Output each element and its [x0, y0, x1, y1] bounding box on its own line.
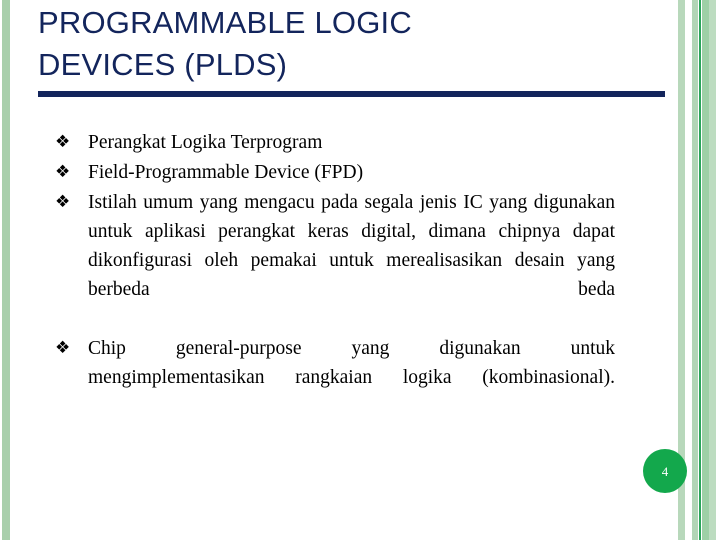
right-green-band-3 — [702, 0, 709, 540]
list-item-label: Field-Programmable Device (FPD) — [88, 162, 364, 183]
slide-canvas: PROGRAMMABLE LOGIC DEVICES (PLDS) ❖ Pera… — [0, 0, 720, 540]
list-item-label: Istilah umum yang mengacu pada segala je… — [88, 192, 615, 300]
list-item-label: Perangkat Logika Terprogram — [88, 132, 323, 153]
list-item: ❖ Field-Programmable Device (FPD) — [55, 158, 615, 187]
page-number-badge: 4 — [643, 449, 687, 493]
bullet-list: ❖ Perangkat Logika Terprogram ❖ Field-Pr… — [55, 128, 615, 422]
slide-title: PROGRAMMABLE LOGIC DEVICES (PLDS) — [38, 5, 412, 82]
right-green-accent-line — [699, 0, 701, 540]
diamond-bullet-icon: ❖ — [55, 132, 71, 152]
diamond-bullet-icon: ❖ — [55, 338, 71, 358]
diamond-bullet-icon: ❖ — [55, 162, 71, 182]
page-number-label: 4 — [661, 463, 669, 479]
right-green-band-4 — [709, 0, 716, 540]
title-underline-rule — [38, 91, 665, 97]
left-green-band — [2, 0, 10, 540]
list-item-label: Chip general-purpose yang digunakan untu… — [88, 338, 615, 388]
list-item: ❖ Istilah umum yang mengacu pada segala … — [55, 188, 615, 333]
list-item: ❖ Chip general-purpose yang digunakan un… — [55, 334, 615, 421]
right-green-band-2 — [692, 0, 698, 540]
diamond-bullet-icon: ❖ — [55, 192, 71, 212]
list-item: ❖ Perangkat Logika Terprogram — [55, 128, 615, 157]
